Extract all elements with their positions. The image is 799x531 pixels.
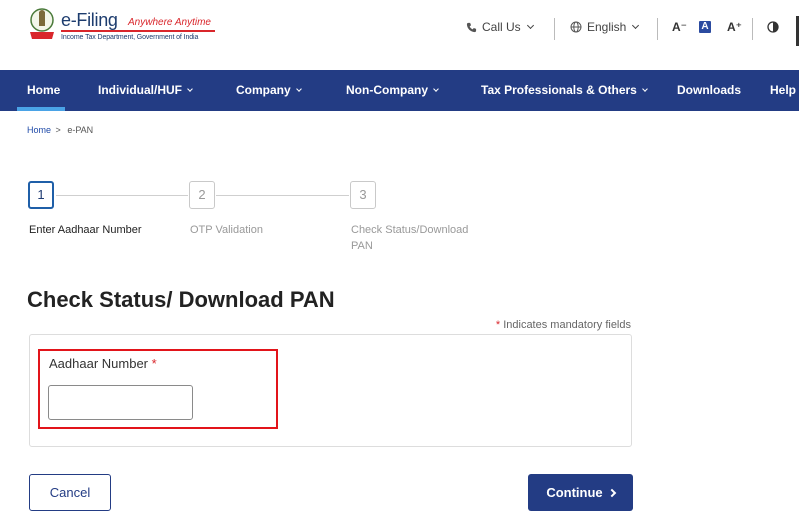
nav-tax-professionals[interactable]: Tax Professionals & Others [481,70,648,111]
chevron-down-icon [642,85,648,92]
chevron-down-icon [295,85,302,92]
contrast-icon[interactable] [767,21,779,33]
step-connector [216,195,349,196]
brand-underline [61,30,215,32]
nav-non-company-label: Non-Company [346,83,428,97]
aadhaar-number-input[interactable] [48,385,193,420]
top-header: e-Filing Anywhere Anytime Income Tax Dep… [0,0,799,70]
brand-tagline: Anywhere Anytime [128,17,211,28]
required-star: * [151,356,157,371]
step-2-indicator: 2 [189,181,215,209]
breadcrumb: Home > e-PAN [27,125,93,135]
step-connector [56,195,188,196]
step-3-label-line1: Check Status/Download [351,224,469,236]
default-font-button[interactable]: A [699,21,711,33]
nav-active-indicator [17,107,65,111]
header-divider [554,18,555,40]
breadcrumb-home-link[interactable]: Home [27,125,51,135]
continue-button-label: Continue [546,485,603,500]
call-us-label: Call Us [482,20,521,34]
nav-individual-huf-label: Individual/HUF [98,83,182,97]
language-label: English [587,20,627,34]
mandatory-star: * [495,319,501,331]
chevron-down-icon [526,21,534,30]
chevron-down-icon [187,85,193,92]
nav-individual-huf[interactable]: Individual/HUF [98,70,193,111]
nav-help-label: Help [770,83,797,97]
nav-home[interactable]: Home [27,70,60,111]
header-divider [657,18,658,40]
brand-name: e-Filing [61,10,118,30]
step-1-indicator: 1 [28,181,54,209]
page-title: Check Status/ Download PAN [27,287,335,312]
nav-company-label: Company [236,83,291,97]
mandatory-note-text: Indicates mandatory fields [503,319,631,331]
increase-font-button[interactable]: A⁺ [727,20,742,34]
nav-downloads[interactable]: Downloads [677,70,741,111]
nav-help[interactable]: Help [770,70,796,111]
step-3-indicator: 3 [350,181,376,209]
chevron-down-icon [433,85,439,92]
nav-home-label: Home [27,83,61,97]
aadhaar-label: Aadhaar Number * [49,356,157,371]
call-us-dropdown[interactable]: Call Us [466,20,534,34]
step-1-label: Enter Aadhaar Number [29,224,142,236]
step-2-label: OTP Validation [190,224,263,236]
cancel-button[interactable]: Cancel [29,474,111,511]
phone-icon [466,22,477,32]
step-3-label-line2: PAN [351,240,373,252]
continue-button[interactable]: Continue [528,474,633,511]
national-emblem-icon [30,8,54,39]
aadhaar-label-text: Aadhaar Number [49,356,148,371]
header-divider [752,18,753,40]
nav-company[interactable]: Company [236,70,302,111]
breadcrumb-current: e-PAN [67,125,94,135]
nav-non-company[interactable]: Non-Company [346,70,439,111]
nav-downloads-label: Downloads [677,83,742,97]
mandatory-note: * Indicates mandatory fields [496,319,631,331]
decrease-font-button[interactable]: A⁻ [672,20,687,34]
breadcrumb-separator: > [55,125,61,135]
step-3-label: Check Status/Download PAN [351,222,468,254]
efiling-logo[interactable]: e-Filing Anywhere Anytime Income Tax Dep… [27,6,227,46]
globe-icon [570,21,582,33]
chevron-right-icon [607,488,616,497]
brand-subtitle: Income Tax Department, Government of Ind… [61,34,199,41]
main-nav: Home Individual/HUF Company Non-Company … [0,70,799,111]
chevron-down-icon [632,21,640,30]
nav-tax-professionals-label: Tax Professionals & Others [481,83,637,97]
language-dropdown[interactable]: English [570,20,640,34]
